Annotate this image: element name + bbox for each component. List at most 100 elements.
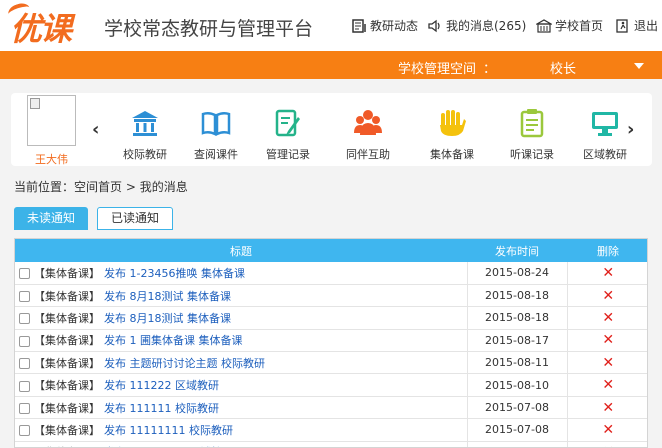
module-lecture-records[interactable]: 听课记录	[502, 107, 562, 162]
avatar[interactable]	[27, 95, 76, 146]
delete-cell: ✕	[567, 441, 647, 447]
nav-logout-label: 退出	[634, 19, 659, 33]
delete-icon[interactable]: ✕	[602, 444, 614, 447]
date-cell: 2015-07-08	[467, 441, 568, 447]
table-row: 【集体备课】 发布 1-23456推唤 集体备课 2015-08-24 ✕	[15, 262, 647, 285]
message-tag: 【集体备课】	[34, 334, 100, 348]
table-body: 【集体备课】 发布 1-23456推唤 集体备课 2015-08-24 ✕ 【集体备课】…	[15, 262, 647, 447]
row-checkbox[interactable]	[19, 313, 30, 325]
edit-document-icon	[275, 109, 300, 137]
nav-news-label: 教研动态	[370, 19, 419, 33]
message-tag: 【集体备课】	[34, 289, 100, 303]
table-row: 【集体备课】 发布 11111111 校际教研 2015-07-08 ✕	[15, 418, 647, 442]
row-checkbox[interactable]	[19, 380, 30, 392]
delete-cell: ✕	[567, 374, 647, 396]
tab-unread[interactable]: 未读通知	[14, 207, 88, 230]
people-group-icon	[354, 110, 382, 135]
delete-icon[interactable]: ✕	[602, 310, 614, 326]
breadcrumb-prefix: 当前位置：	[14, 180, 75, 194]
role-selector[interactable]: 校长	[550, 58, 576, 77]
header-delete: 删除	[597, 244, 619, 258]
message-link[interactable]: 发布 111111 校际教研	[104, 402, 219, 415]
delete-icon[interactable]: ✕	[602, 332, 614, 348]
table-row: 【集体备课】 发布 主题研讨讨论主题 校际教研 2015-08-11 ✕	[15, 351, 647, 374]
date-cell: 2015-08-10	[467, 373, 568, 397]
site-title: 学校常态教研与管理平台	[104, 18, 314, 40]
date-cell: 2015-07-08	[467, 396, 568, 419]
nav-school-home-label: 学校首页	[555, 19, 604, 33]
table-row: 【集体备课】 发布 1 圃集体备课 集体备课 2015-08-17 ✕	[15, 329, 647, 352]
nav-school-home[interactable]: 学校首页	[536, 17, 603, 34]
module-label: 集体备课	[430, 148, 474, 161]
breadcrumb-current: 我的消息	[139, 180, 188, 194]
delete-icon[interactable]: ✕	[602, 265, 614, 281]
message-tag: 【集体备课】	[34, 311, 100, 325]
delete-icon[interactable]: ✕	[602, 377, 614, 393]
module-collective-prep[interactable]: 集体备课	[422, 107, 482, 162]
module-peer-help[interactable]: 同伴互助	[338, 107, 398, 162]
message-link[interactable]: 发布 111222 区域教研	[104, 379, 219, 392]
date-cell: 2015-07-08	[467, 418, 568, 442]
date-cell: 2015-08-17	[467, 329, 568, 352]
module-view-courseware[interactable]: 查阅课件	[186, 107, 246, 162]
delete-cell: ✕	[567, 284, 647, 306]
space-bar: 学校管理空间 ： 校长	[0, 51, 662, 79]
message-link[interactable]: 发布 8月18测试 集体备课	[104, 312, 231, 325]
date-cell: 2015-08-18	[467, 284, 568, 307]
delete-cell: ✕	[567, 307, 647, 329]
prev-arrow-icon[interactable]: ‹	[92, 119, 99, 140]
title-cell: 【集体备课】 发布 主题研讨讨论主题 校际教研	[15, 351, 468, 374]
row-checkbox[interactable]	[19, 335, 30, 347]
table-row: 【集体备课】 发布 8月18测试 集体备课 2015-08-18 ✕	[15, 284, 647, 307]
message-link[interactable]: 发布 8月18测试 集体备课	[104, 290, 231, 303]
hands-icon	[440, 110, 466, 136]
module-label: 同伴互助	[346, 148, 390, 161]
module-regional-research[interactable]: 区域教研	[575, 107, 635, 162]
row-checkbox[interactable]	[19, 358, 30, 370]
delete-icon[interactable]: ✕	[602, 288, 614, 304]
date-cell: 2015-08-18	[467, 306, 568, 330]
module-label: 听课记录	[510, 148, 554, 161]
breadcrumb: 当前位置：空间首页 > 我的消息	[14, 178, 188, 195]
module-school-research[interactable]: 校际教研	[115, 107, 175, 162]
logo: 优课	[10, 10, 72, 48]
title-cell: 【集体备课】 发布 111111 校际教研	[15, 396, 468, 419]
nav-news[interactable]: 教研动态	[351, 17, 418, 34]
tab-read[interactable]: 已读通知	[97, 207, 173, 230]
nav-logout[interactable]: 退出	[615, 17, 658, 34]
row-checkbox[interactable]	[19, 403, 30, 415]
delete-cell: ✕	[567, 396, 647, 418]
user-name[interactable]: 王大伟	[35, 151, 68, 167]
module-label: 查阅课件	[194, 148, 238, 161]
space-separator: ：	[483, 62, 497, 77]
date-cell: 2015-08-24	[467, 262, 568, 285]
next-arrow-icon[interactable]: ›	[627, 119, 634, 140]
module-label: 区域教研	[583, 148, 627, 161]
row-checkbox[interactable]	[19, 291, 30, 303]
clipboard-icon	[520, 109, 544, 138]
nav-messages[interactable]: 我的消息(265)	[427, 17, 526, 34]
row-checkbox[interactable]	[19, 425, 30, 437]
module-label: 校际教研	[123, 148, 167, 161]
module-panel: 王大伟 ‹ 校际教研 查阅课件 管理记录 同伴互助 集体备课 听课记录 区域教研…	[11, 93, 652, 166]
title-cell: 【集体备课】 发布 111222 区域教研	[15, 373, 468, 397]
delete-icon[interactable]: ✕	[602, 400, 614, 416]
module-label: 管理记录	[266, 148, 310, 161]
delete-cell: ✕	[567, 329, 647, 351]
delete-icon[interactable]: ✕	[602, 422, 614, 438]
nav-messages-label: 我的消息(265)	[446, 19, 527, 33]
table-header-row: 标题 发布时间 删除	[15, 239, 647, 262]
message-link[interactable]: 发布 主题研讨讨论主题 校际教研	[104, 357, 265, 370]
row-checkbox[interactable]	[19, 268, 30, 280]
message-link[interactable]: 发布 11111111 校际教研	[104, 424, 233, 437]
breadcrumb-home-link[interactable]: 空间首页	[74, 180, 122, 194]
message-link[interactable]: 发布 1-23456推唤 集体备课	[104, 267, 245, 280]
module-management-records[interactable]: 管理记录	[258, 107, 318, 162]
delete-cell: ✕	[567, 419, 647, 441]
top-header: 优课 学校常态教研与管理平台 教研动态 我的消息(265) 学校首页 退出	[0, 0, 662, 51]
breadcrumb-separator: >	[122, 180, 140, 194]
message-link[interactable]: 发布 1 圃集体备课 集体备课	[104, 334, 243, 347]
space-label: 学校管理空间	[398, 62, 477, 77]
delete-icon[interactable]: ✕	[602, 355, 614, 371]
role-dropdown-caret-icon[interactable]	[634, 63, 644, 69]
